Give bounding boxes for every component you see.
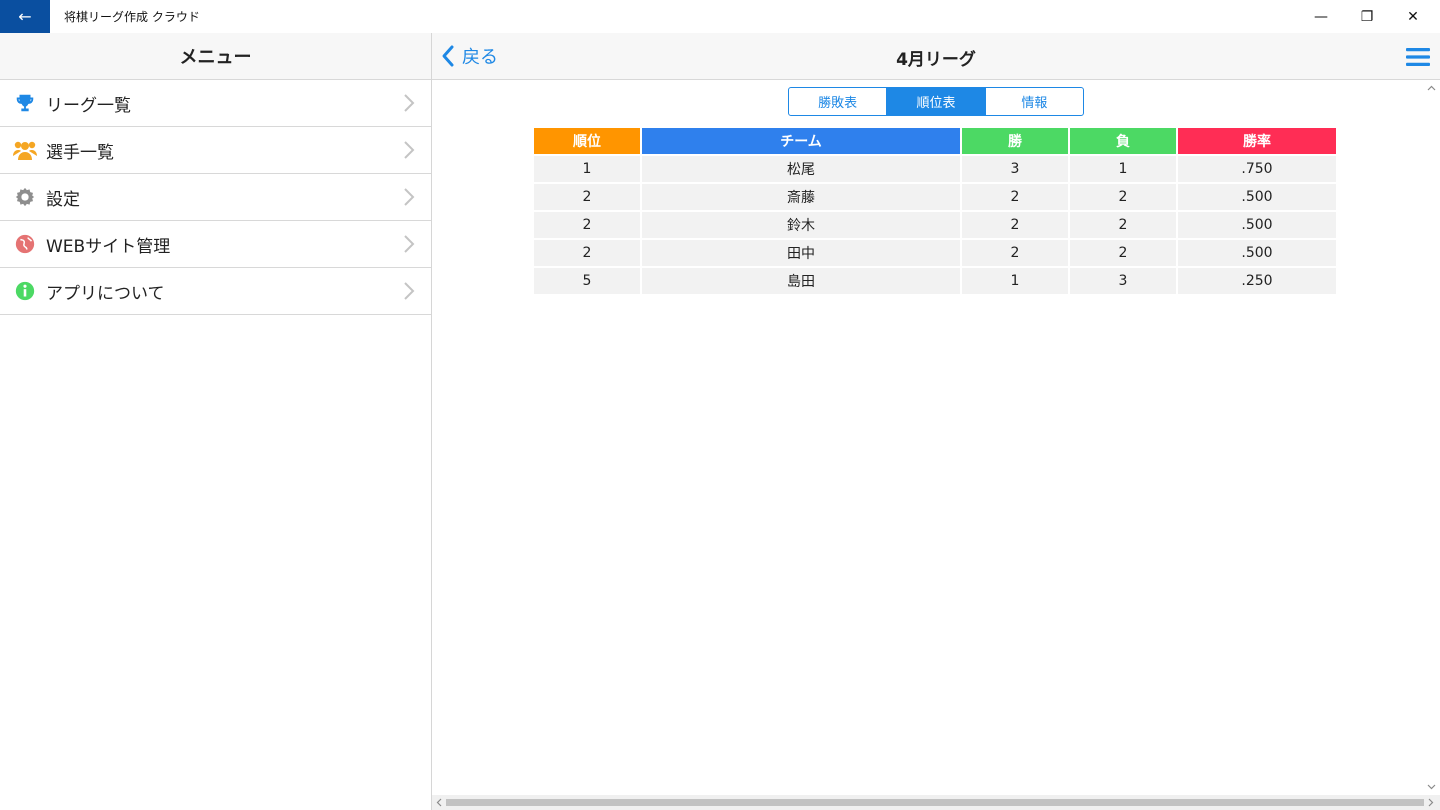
- wins-cell: 3: [962, 156, 1068, 182]
- table-row: 2 鈴木 2 2 .500: [534, 212, 1336, 238]
- page-title: 4月リーグ: [896, 50, 976, 70]
- globe-icon: [12, 231, 38, 257]
- sidebar-item-label: 選手一覧: [46, 142, 114, 163]
- table-header-row: 順位 チーム 勝 負 勝率: [534, 128, 1336, 154]
- win-rate-cell: .750: [1178, 156, 1336, 182]
- chevron-right-icon: [404, 235, 415, 253]
- wins-cell: 1: [962, 268, 1068, 294]
- sidebar: メニュー リーグ一覧 選手一覧 設定 WEBサイト管理 アプリについて: [0, 33, 432, 810]
- rank-cell: 1: [534, 156, 640, 182]
- sidebar-item-label: 設定: [46, 189, 80, 210]
- window-titlebar: ← 将棋リーグ作成 クラウド — ❐ ✕: [0, 0, 1440, 33]
- column-header-win-rate: 勝率: [1178, 128, 1336, 154]
- sidebar-item-player-list[interactable]: 選手一覧: [0, 127, 431, 174]
- win-rate-cell: .500: [1178, 212, 1336, 238]
- scroll-down-icon: [1427, 784, 1436, 790]
- chevron-right-icon: [404, 188, 415, 206]
- minimize-icon: —: [1314, 8, 1328, 25]
- arrow-left-icon: ←: [18, 7, 32, 26]
- losses-cell: 2: [1070, 184, 1176, 210]
- sidebar-item-about[interactable]: アプリについて: [0, 268, 431, 315]
- win-rate-cell: .500: [1178, 240, 1336, 266]
- minimize-button[interactable]: —: [1298, 0, 1344, 33]
- table-row: 1 松尾 3 1 .750: [534, 156, 1336, 182]
- horizontal-scroll-thumb[interactable]: [446, 799, 1424, 806]
- column-header-rank: 順位: [534, 128, 640, 154]
- losses-cell: 3: [1070, 268, 1176, 294]
- scroll-left-icon: [436, 798, 442, 807]
- rank-cell: 2: [534, 240, 640, 266]
- column-header-losses: 負: [1070, 128, 1176, 154]
- chevron-right-icon: [404, 282, 415, 300]
- chevron-right-icon: [404, 94, 415, 112]
- gear-icon: [12, 184, 38, 210]
- rank-cell: 2: [534, 184, 640, 210]
- rank-cell: 2: [534, 212, 640, 238]
- info-icon: [12, 278, 38, 304]
- window-back-button[interactable]: ←: [0, 0, 50, 33]
- team-cell: 鈴木: [642, 212, 960, 238]
- hamburger-menu-button[interactable]: [1406, 47, 1430, 71]
- close-icon: ✕: [1407, 8, 1419, 25]
- restore-icon: ❐: [1360, 8, 1374, 25]
- horizontal-scrollbar[interactable]: [432, 795, 1440, 810]
- rank-cell: 5: [534, 268, 640, 294]
- navigation-bar: 戻る 4月リーグ: [432, 33, 1440, 80]
- segmented-control: 勝敗表 順位表 情報: [788, 87, 1084, 116]
- sidebar-item-label: アプリについて: [46, 283, 165, 304]
- hamburger-icon: [1406, 48, 1430, 66]
- tab-info[interactable]: 情報: [986, 88, 1083, 115]
- sidebar-item-website[interactable]: WEBサイト管理: [0, 221, 431, 268]
- losses-cell: 2: [1070, 212, 1176, 238]
- wins-cell: 2: [962, 212, 1068, 238]
- standings-table: 順位 チーム 勝 負 勝率 1 松尾 3 1 .750 2 斎藤 2 2 .50…: [532, 126, 1338, 296]
- table-row: 2 斎藤 2 2 .500: [534, 184, 1336, 210]
- restore-button[interactable]: ❐: [1344, 0, 1390, 33]
- main-panel: 戻る 4月リーグ 勝敗表 順位表 情報 順位 チーム 勝 負 勝率 1 松尾 3: [432, 33, 1440, 810]
- column-header-wins: 勝: [962, 128, 1068, 154]
- tab-standings[interactable]: 順位表: [887, 88, 986, 115]
- vertical-scrollbar[interactable]: [1423, 80, 1440, 795]
- scroll-up-icon: [1427, 85, 1436, 91]
- team-cell: 斎藤: [642, 184, 960, 210]
- close-button[interactable]: ✕: [1390, 0, 1436, 33]
- trophy-icon: [12, 90, 38, 116]
- wins-cell: 2: [962, 184, 1068, 210]
- losses-cell: 2: [1070, 240, 1176, 266]
- people-icon: [12, 137, 38, 163]
- column-header-team: チーム: [642, 128, 960, 154]
- table-row: 5 島田 1 3 .250: [534, 268, 1336, 294]
- sidebar-item-settings[interactable]: 設定: [0, 174, 431, 221]
- losses-cell: 1: [1070, 156, 1176, 182]
- window-title: 将棋リーグ作成 クラウド: [64, 10, 200, 24]
- sidebar-item-league-list[interactable]: リーグ一覧: [0, 80, 431, 127]
- table-row: 2 田中 2 2 .500: [534, 240, 1336, 266]
- wins-cell: 2: [962, 240, 1068, 266]
- sidebar-item-label: リーグ一覧: [46, 95, 131, 116]
- tab-results-table[interactable]: 勝敗表: [789, 88, 888, 115]
- chevron-right-icon: [404, 141, 415, 159]
- win-rate-cell: .500: [1178, 184, 1336, 210]
- sidebar-header: メニュー: [0, 33, 431, 80]
- team-cell: 松尾: [642, 156, 960, 182]
- team-cell: 島田: [642, 268, 960, 294]
- team-cell: 田中: [642, 240, 960, 266]
- sidebar-item-label: WEBサイト管理: [46, 236, 171, 257]
- scroll-right-icon: [1428, 798, 1434, 807]
- win-rate-cell: .250: [1178, 268, 1336, 294]
